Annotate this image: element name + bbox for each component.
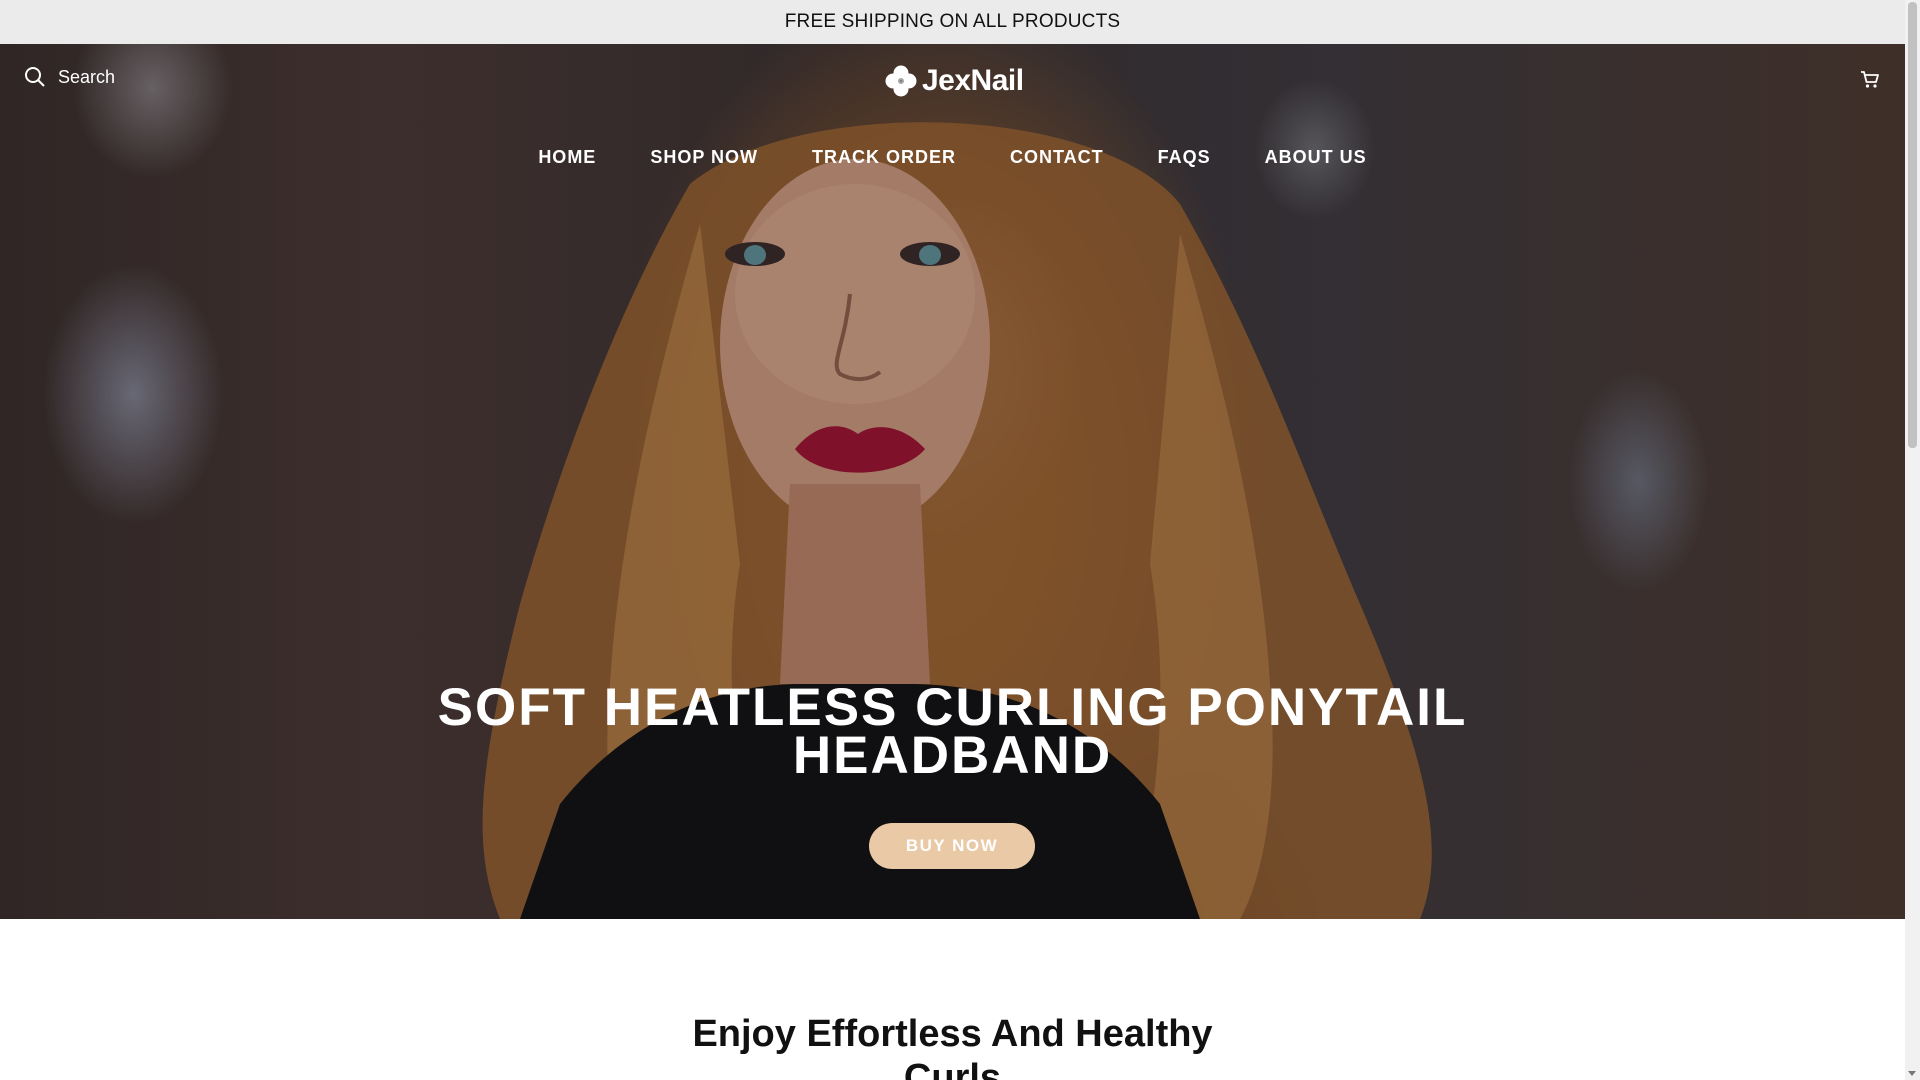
announcement-bar: FREE SHIPPING ON ALL PRODUCTS bbox=[0, 0, 1905, 44]
nav-item-contact[interactable]: CONTACT bbox=[1010, 147, 1104, 168]
scroll-down-arrow-icon[interactable] bbox=[1908, 1071, 1916, 1076]
hero-banner: Search JexNail HOME SHOP NOW TRACK ORDER… bbox=[0, 44, 1905, 919]
logo-text: JexNail bbox=[922, 64, 1024, 97]
search-label: Search bbox=[58, 66, 116, 87]
nav-item-about-us[interactable]: ABOUT US bbox=[1265, 147, 1367, 168]
nav-item-faqs[interactable]: FAQS bbox=[1158, 147, 1211, 168]
nav-item-track-order[interactable]: TRACK ORDER bbox=[812, 147, 956, 168]
scrollbar-thumb[interactable] bbox=[1908, 2, 1917, 448]
site-logo[interactable]: JexNail bbox=[884, 64, 1024, 98]
section-title-line1: Enjoy Effortless And Healthy bbox=[692, 1013, 1213, 1055]
nav-item-home[interactable]: HOME bbox=[538, 147, 596, 168]
page-scrollbar[interactable] bbox=[1905, 0, 1920, 1080]
cart-button[interactable] bbox=[1859, 68, 1881, 95]
search-button[interactable]: Search bbox=[24, 66, 115, 88]
main-nav: HOME SHOP NOW TRACK ORDER CONTACT FAQS A… bbox=[0, 147, 1905, 168]
hero-title: SOFT HEATLESS CURLING PONYTAIL HEADBAND bbox=[0, 681, 1905, 782]
clover-logo-icon bbox=[885, 65, 917, 97]
announcement-text: FREE SHIPPING ON ALL PRODUCTS bbox=[784, 11, 1121, 32]
hero-overlay bbox=[0, 44, 1905, 919]
section-title-line2: Curls bbox=[903, 1057, 1002, 1080]
nav-item-shop-now[interactable]: SHOP NOW bbox=[650, 147, 758, 168]
cart-icon bbox=[1861, 71, 1879, 88]
hero-title-line2: HEADBAND bbox=[792, 726, 1113, 785]
search-icon bbox=[25, 67, 45, 87]
buy-now-button[interactable]: BUY NOW bbox=[869, 823, 1035, 869]
section-title: Enjoy Effortless And Healthy Curls bbox=[0, 1012, 1905, 1080]
